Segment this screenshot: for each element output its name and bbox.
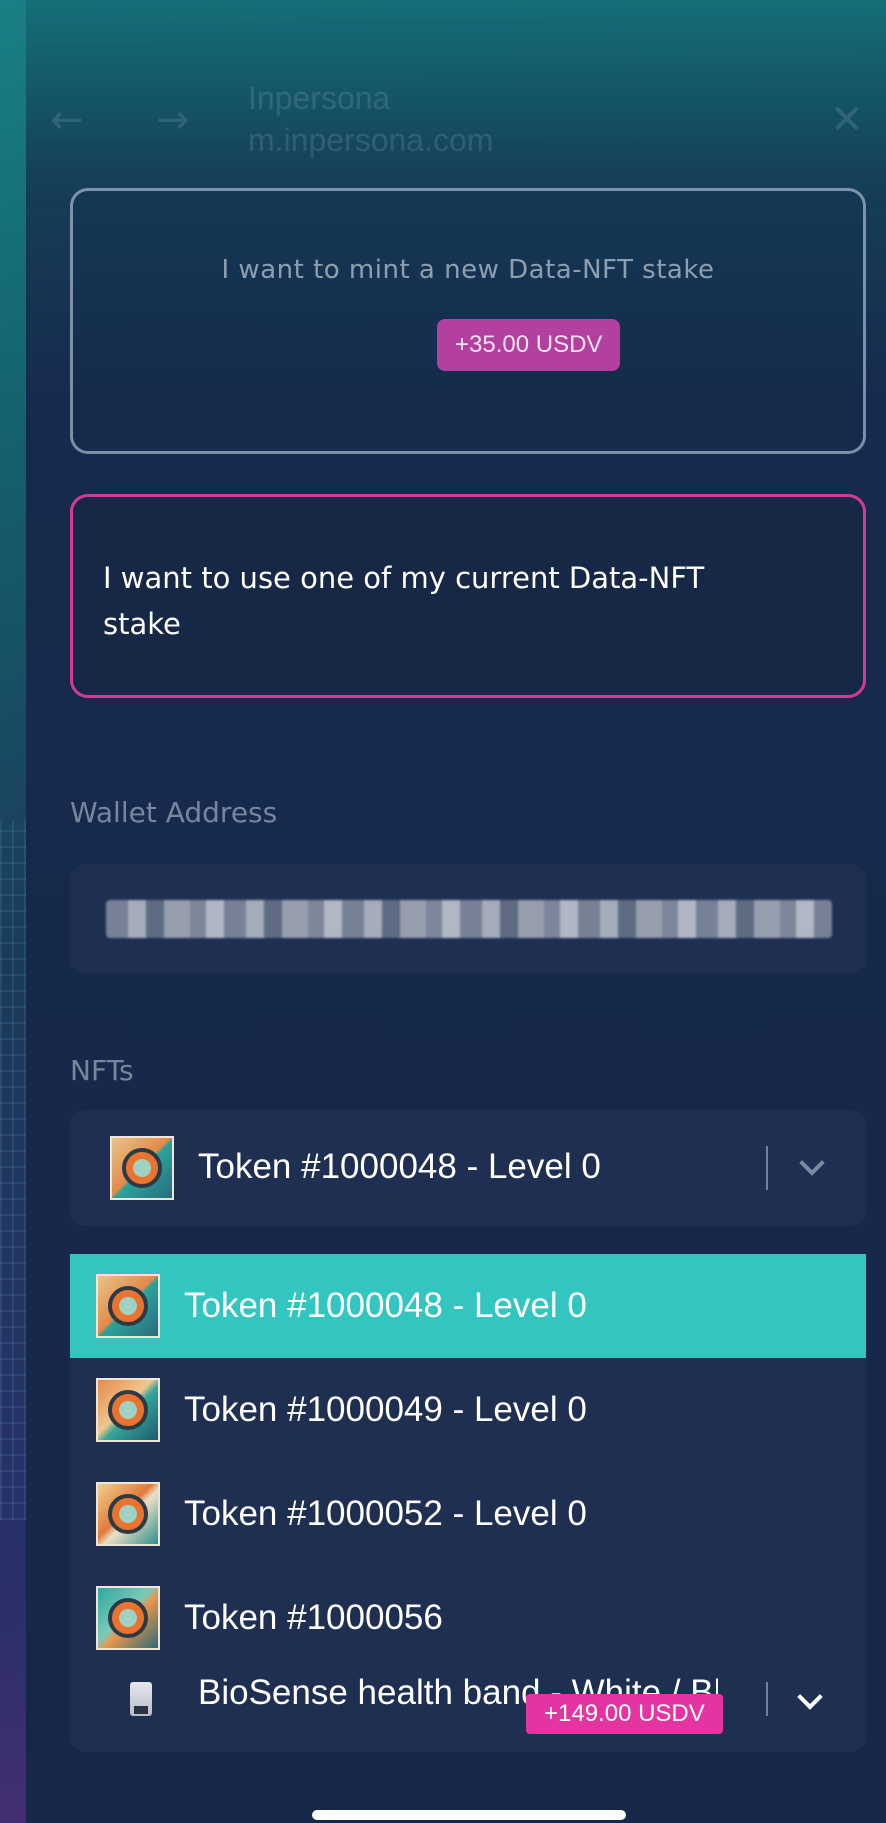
browser-toolbar: ← → Inpersona m.inpersona.com ✕ xyxy=(26,80,886,170)
mint-reward-badge: +35.00 USDV xyxy=(437,319,621,371)
site-title: Inpersona xyxy=(248,80,391,116)
nft-thumbnail-icon xyxy=(96,1378,160,1442)
mint-option-text: I want to mint a new Data-NFT stake xyxy=(221,255,715,285)
nft-option-label: Token #1000056 xyxy=(184,1598,443,1637)
nft-thumbnail-icon xyxy=(96,1586,160,1650)
nft-option-label: Token #1000048 - Level 0 xyxy=(184,1286,587,1325)
nft-thumbnail-icon xyxy=(96,1482,160,1546)
home-indicator[interactable] xyxy=(312,1810,626,1820)
select-separator xyxy=(766,1682,768,1716)
use-existing-option-text: I want to use one of my current Data-NFT… xyxy=(103,561,705,641)
arrow-right-icon[interactable]: → xyxy=(156,100,190,140)
nft-option-label: Token #1000052 - Level 0 xyxy=(184,1494,587,1533)
mint-new-stake-option[interactable]: I want to mint a new Data-NFT stake +35.… xyxy=(70,188,866,454)
device-icon xyxy=(130,1682,152,1716)
nft-select-value: Token #1000048 - Level 0 xyxy=(198,1147,601,1186)
nft-thumbnail-icon xyxy=(96,1274,160,1338)
chevron-down-icon[interactable] xyxy=(798,1152,824,1178)
nft-option[interactable]: Token #1000049 - Level 0 xyxy=(70,1358,866,1462)
site-url: m.inpersona.com xyxy=(248,122,494,158)
nft-thumbnail-icon xyxy=(110,1136,174,1200)
nft-dropdown-menu: Token #1000048 - Level 0 Token #1000049 … xyxy=(70,1254,866,1662)
select-separator xyxy=(766,1146,768,1190)
nft-option[interactable]: Token #1000056 xyxy=(70,1566,866,1662)
nft-option[interactable]: Token #1000052 - Level 0 xyxy=(70,1462,866,1566)
product-reward-badge: +149.00 USDV xyxy=(526,1694,723,1734)
wallet-address-label: Wallet Address xyxy=(70,796,278,829)
arrow-left-icon[interactable]: ← xyxy=(50,100,84,140)
nft-option[interactable]: Token #1000048 - Level 0 xyxy=(70,1254,866,1358)
use-existing-stake-option[interactable]: I want to use one of my current Data-NFT… xyxy=(70,494,866,698)
nft-select[interactable]: Token #1000048 - Level 0 xyxy=(70,1110,866,1226)
app-screen: ← → Inpersona m.inpersona.com ✕ I want t… xyxy=(0,0,886,1823)
close-icon[interactable]: ✕ xyxy=(830,100,864,140)
chevron-down-icon[interactable] xyxy=(796,1686,822,1712)
wallet-address-field[interactable] xyxy=(70,864,866,974)
nfts-label: NFTs xyxy=(70,1054,134,1087)
wallet-address-redacted xyxy=(106,900,832,938)
nft-option-label: Token #1000049 - Level 0 xyxy=(184,1390,587,1429)
